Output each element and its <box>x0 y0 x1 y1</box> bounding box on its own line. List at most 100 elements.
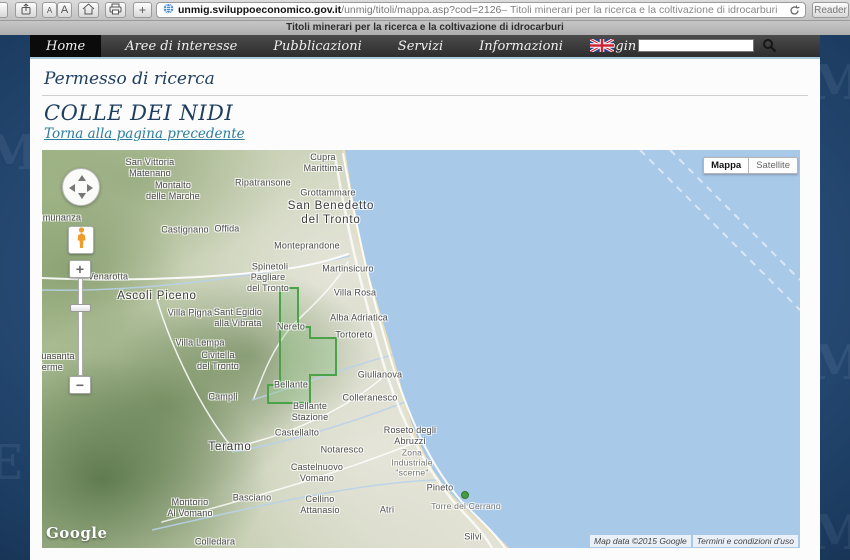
home-button[interactable] <box>78 2 99 18</box>
search-input[interactable] <box>638 39 754 52</box>
map-label: Campli <box>208 392 237 403</box>
refresh-icon[interactable] <box>789 5 800 18</box>
nav-item-informazioni[interactable]: Informazioni <box>479 35 563 57</box>
map-label: Acquasanta Terme <box>42 351 75 373</box>
map-attribution: Map data ©2015 Google Termini e condizio… <box>590 535 798 547</box>
map-label: Montorio Al Vomano <box>167 497 212 519</box>
map-type-satellite-button[interactable]: Satellite <box>749 157 798 174</box>
font-increase-button[interactable]: A <box>57 2 72 18</box>
print-button[interactable] <box>105 2 126 18</box>
map-label: Tortoreto <box>335 330 372 341</box>
map-label: Notaresco <box>321 445 364 456</box>
zoom-slider-handle[interactable] <box>70 304 91 312</box>
nav-item-home[interactable]: Home <box>30 35 101 57</box>
home-icon <box>82 3 95 18</box>
map-label: Martinsicuro <box>322 264 373 275</box>
map-label: Villa Pigna <box>168 308 213 319</box>
search-icon[interactable] <box>762 38 777 58</box>
google-logo: Google <box>46 524 108 542</box>
url-page-title: – Titoli minerari per la ricerca e la co… <box>501 4 777 16</box>
forward-button[interactable] <box>0 2 8 18</box>
font-decrease-button[interactable]: A <box>42 2 57 18</box>
map-label: Atri <box>380 505 394 516</box>
map-label: Colleranesco <box>343 393 398 404</box>
pan-down-icon[interactable] <box>78 193 86 199</box>
nav-item-servizi[interactable]: Servizi <box>398 35 443 57</box>
forward-arrow-icon <box>0 5 1 16</box>
map-canvas[interactable]: San Vittoria MatenanoMontalto delle Marc… <box>42 150 800 548</box>
map-label: Castignano <box>161 225 209 236</box>
zoom-out-button[interactable]: − <box>69 376 91 394</box>
terms-link[interactable]: Termini e condizioni d'uso <box>693 535 798 547</box>
map-label: Alba Adriatica <box>330 313 388 324</box>
address-bar[interactable]: unmig.sviluppoeconomico.gov.it/unmig/tit… <box>156 2 806 18</box>
map-label: Comunanza <box>42 213 81 224</box>
share-icon <box>20 3 32 18</box>
map-label: Bellante <box>274 380 308 391</box>
map-type-map-button[interactable]: Mappa <box>703 157 749 174</box>
uk-flag-icon[interactable] <box>590 39 614 57</box>
map-label: Venarotta <box>88 272 128 283</box>
map-label: Castelnuovo Vomano <box>291 462 343 484</box>
street-view-pegman[interactable] <box>68 226 94 254</box>
map-label: Roseto degli Abruzzi <box>384 425 436 447</box>
new-tab-button[interactable]: + <box>133 2 152 18</box>
map-label: Villa Lempa <box>175 338 224 349</box>
map-label: Nereto <box>277 322 305 333</box>
page-background: Home Aree di interesse Pubblicazioni Serviz… <box>0 35 850 560</box>
map-data-credit: Map data ©2015 Google <box>590 535 691 547</box>
map-label: Ripatransone <box>235 178 291 189</box>
pan-left-icon[interactable] <box>69 184 75 192</box>
nav-right-cluster <box>590 35 820 57</box>
window-title: Titoli minerari per la ricerca e la colt… <box>0 21 850 35</box>
map-label: Giulianova <box>358 370 403 381</box>
map-label: Bellante Stazione <box>292 401 329 423</box>
url-path: /unmig/titoli/mappa.asp?cod=2126 <box>341 4 501 16</box>
map-label: Cellino Attanasio <box>300 494 339 516</box>
background-watermark: E <box>0 435 25 491</box>
map-label: Grottammare <box>300 188 355 199</box>
pan-up-icon[interactable] <box>78 175 86 181</box>
browser-toolbar: A A + unmig.sviluppoeconomico.gov.it/unm… <box>0 0 850 21</box>
map-label: Cupra Marittima <box>304 152 343 174</box>
globe-favicon <box>163 3 174 17</box>
map-label: Zona Industriale "scerne" <box>391 448 432 479</box>
map-label: San Vittoria Matenano <box>126 157 175 179</box>
main-navigation: Home Aree di interesse Pubblicazioni Serviz… <box>30 35 820 57</box>
content-panel: Permesso di ricerca COLLE DEI NIDI Torna… <box>30 57 820 560</box>
map-label: Silvi <box>464 532 482 543</box>
nav-item-pubblicazioni[interactable]: Pubblicazioni <box>273 35 361 57</box>
map-label: Colledara <box>195 537 235 548</box>
pan-right-icon[interactable] <box>87 184 93 192</box>
map-label: Basciano <box>233 493 272 504</box>
map-label: Pineto <box>427 483 454 494</box>
map-type-control: Mappa Satellite <box>703 157 798 174</box>
printer-icon <box>109 3 122 18</box>
map-label: Ascoli Piceno <box>117 290 196 304</box>
map-label: Pagliare del Tronto <box>247 272 289 294</box>
map-label: Offida <box>214 224 239 235</box>
page-title: COLLE DEI NIDI <box>44 101 806 125</box>
section-title: Permesso di ricerca <box>42 65 808 96</box>
zoom-slider-track[interactable] <box>78 278 83 376</box>
map-label: San Benedetto del Tronto <box>288 200 375 228</box>
map-label: Castellalto <box>275 428 319 439</box>
url-domain: unmig.sviluppoeconomico.gov.it <box>178 4 341 16</box>
share-button[interactable] <box>15 2 37 18</box>
map-label: Monteprandone <box>274 241 340 252</box>
back-link[interactable]: Torna alla pagina precedente <box>44 126 245 142</box>
map-label: Civitella del Tronto <box>197 350 239 372</box>
nav-menu: Home Aree di interesse Pubblicazioni Serviz… <box>30 35 672 57</box>
map-label: Villa Rosa <box>334 288 376 299</box>
zoom-in-button[interactable]: + <box>69 260 91 278</box>
map-label: Teramo <box>208 441 251 455</box>
pegman-icon <box>75 227 88 254</box>
map-label: Sant Egidio alla Vibrata <box>214 307 262 329</box>
map-label: Montalto delle Marche <box>146 180 200 202</box>
reader-button[interactable]: Reader <box>812 2 849 18</box>
map-labels: San Vittoria MatenanoMontalto delle Marc… <box>42 150 800 548</box>
pan-control[interactable] <box>62 168 100 206</box>
map-label: Spinetoli <box>252 262 288 273</box>
map-label: Torre del Cerrano <box>431 501 501 511</box>
nav-item-aree-di-interesse[interactable]: Aree di interesse <box>125 35 237 57</box>
